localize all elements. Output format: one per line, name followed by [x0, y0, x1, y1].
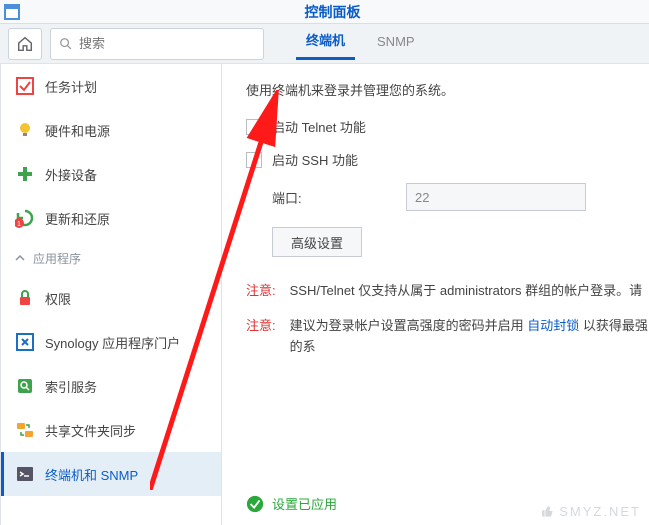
sidebar-item-label: 索引服务	[45, 377, 97, 396]
sidebar-item-privileges[interactable]: 权限	[1, 276, 221, 320]
sidebar-item-indexing[interactable]: 索引服务	[1, 364, 221, 408]
search-input[interactable]	[79, 36, 255, 51]
svg-text:1: 1	[17, 221, 21, 228]
search-file-icon	[15, 376, 35, 396]
sidebar-group-label: 应用程序	[33, 250, 81, 267]
chevron-up-icon	[15, 253, 25, 263]
sidebar-item-task-scheduler[interactable]: 任务计划	[1, 64, 221, 108]
sidebar-item-app-portal[interactable]: Synology 应用程序门户	[1, 320, 221, 364]
sync-folders-icon	[15, 420, 35, 440]
refresh-icon: 1	[15, 208, 35, 228]
port-input[interactable]: 22	[406, 183, 586, 211]
watermark: SMYZ.NET	[539, 503, 641, 519]
note-label: 注意:	[246, 281, 276, 302]
plus-icon	[15, 164, 35, 184]
settings-applied: 设置已应用	[246, 494, 337, 513]
sidebar-item-label: Synology 应用程序门户	[45, 333, 180, 352]
note-2-text: 建议为登录帐户设置高强度的密码并启用 自动封锁 以获得最强的系	[290, 316, 649, 358]
intro-text: 使用终端机来登录并管理您的系统。	[246, 80, 649, 99]
checkbox-icon	[15, 76, 35, 96]
home-button[interactable]	[8, 28, 42, 60]
port-label: 端口:	[246, 188, 406, 207]
sidebar-item-label: 共享文件夹同步	[45, 421, 136, 440]
search-icon	[59, 37, 73, 51]
sidebar-item-label: 硬件和电源	[45, 121, 110, 140]
sidebar-item-update-restore[interactable]: 1 更新和还原	[1, 196, 221, 240]
sidebar: 任务计划 硬件和电源 外接设备 1 更新和还原	[0, 64, 222, 525]
telnet-checkbox[interactable]	[246, 119, 262, 135]
terminal-icon	[15, 464, 35, 484]
auto-block-link[interactable]: 自动封锁	[527, 318, 579, 333]
sidebar-item-label: 权限	[45, 289, 71, 308]
sidebar-group-apps[interactable]: 应用程序	[1, 240, 221, 276]
window-title: 控制面板	[20, 2, 645, 22]
note-1: 注意: SSH/Telnet 仅支持从属于 administrators 群组的…	[246, 281, 649, 302]
sidebar-item-label: 任务计划	[45, 77, 97, 96]
telnet-row: 启动 Telnet 功能	[246, 117, 649, 136]
tabs: 终端机 SNMP	[302, 28, 419, 59]
telnet-label: 启动 Telnet 功能	[272, 117, 366, 136]
tab-terminal[interactable]: 终端机	[302, 24, 349, 59]
advanced-settings-button[interactable]: 高级设置	[272, 227, 362, 257]
note-label: 注意:	[246, 316, 276, 358]
ssh-label: 启动 SSH 功能	[272, 150, 358, 169]
titlebar: 控制面板	[0, 0, 649, 24]
tab-snmp[interactable]: SNMP	[373, 28, 419, 59]
sidebar-item-hardware-power[interactable]: 硬件和电源	[1, 108, 221, 152]
check-circle-icon	[246, 495, 264, 513]
sidebar-item-label: 外接设备	[45, 165, 97, 184]
sidebar-item-shared-sync[interactable]: 共享文件夹同步	[1, 408, 221, 452]
thumb-icon	[539, 503, 555, 519]
sidebar-item-label: 更新和还原	[45, 209, 110, 228]
home-icon	[16, 35, 34, 53]
sidebar-item-label: 终端机和 SNMP	[45, 465, 138, 484]
search-box[interactable]	[50, 28, 264, 60]
main-panel: 使用终端机来登录并管理您的系统。 启动 Telnet 功能 启动 SSH 功能 …	[222, 64, 649, 525]
note-2: 注意: 建议为登录帐户设置高强度的密码并启用 自动封锁 以获得最强的系	[246, 316, 649, 358]
ssh-row: 启动 SSH 功能	[246, 150, 649, 169]
app-icon	[4, 4, 20, 20]
ssh-checkbox[interactable]	[246, 152, 262, 168]
topbar: 终端机 SNMP	[0, 24, 649, 64]
sidebar-item-terminal-snmp[interactable]: 终端机和 SNMP	[1, 452, 221, 496]
port-row: 端口: 22	[246, 183, 649, 211]
sidebar-item-external-devices[interactable]: 外接设备	[1, 152, 221, 196]
note-1-text: SSH/Telnet 仅支持从属于 administrators 群组的帐户登录…	[290, 281, 643, 302]
applied-text: 设置已应用	[272, 494, 337, 513]
bulb-icon	[15, 120, 35, 140]
portal-icon	[15, 332, 35, 352]
lock-icon	[15, 288, 35, 308]
